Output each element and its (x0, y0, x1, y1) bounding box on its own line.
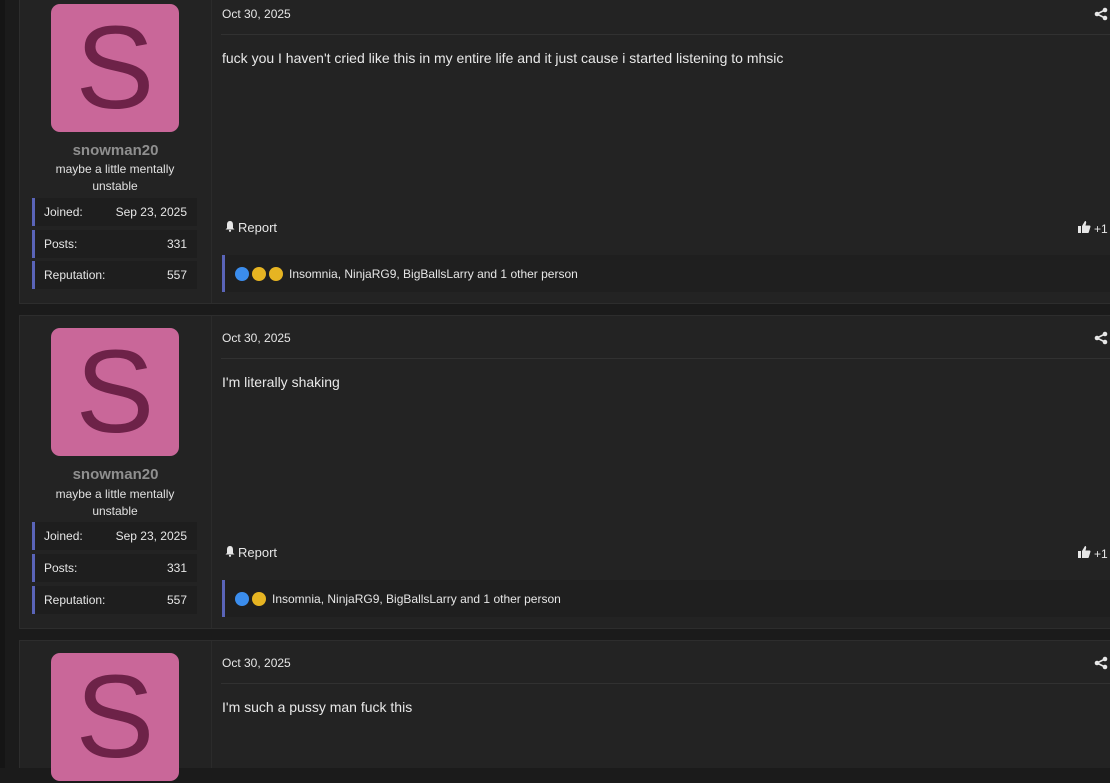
left-rail (0, 0, 5, 768)
avatar[interactable]: S (51, 328, 179, 456)
reactions-bar[interactable]: Insomnia, NinjaRG9, BigBallsLarry and 1 … (222, 580, 1110, 617)
user-title: maybe a little mentally unstable (55, 162, 175, 193)
stat-value: 331 (166, 237, 187, 251)
post-content: I'm literally shaking (222, 374, 340, 390)
stat-label: Joined: (44, 529, 83, 543)
post: S snowman20 maybe a little mentally unst… (19, 0, 1110, 304)
like-button[interactable]: +1 (1077, 220, 1108, 237)
post: S Oct 30, 2025 I'm such a pussy man fuck… (19, 640, 1110, 781)
stat-label: Reputation: (44, 593, 106, 607)
report-link[interactable]: Report (224, 220, 277, 235)
username[interactable]: snowman20 (20, 466, 211, 483)
report-label: Report (238, 220, 278, 235)
post-user-info: S (20, 641, 212, 781)
post-content: I'm such a pussy man fuck this (222, 699, 413, 715)
user-stat-posts: Posts: 331 (32, 230, 197, 258)
user-stat-posts: Posts: 331 (32, 554, 197, 582)
bell-icon (224, 220, 236, 235)
stat-value: Sep 23, 2025 (115, 529, 187, 543)
post-divider (221, 358, 1110, 359)
post: S snowman20 maybe a little mentally unst… (19, 315, 1110, 629)
report-link[interactable]: Report (224, 545, 277, 560)
post-date[interactable]: Oct 30, 2025 (222, 656, 291, 670)
post-divider (221, 683, 1110, 684)
avatar[interactable]: S (51, 4, 179, 132)
share-icon[interactable] (1094, 331, 1108, 350)
share-icon[interactable] (1094, 656, 1108, 675)
thumbs-up-icon (1077, 220, 1091, 237)
post-user-info: S snowman20 maybe a little mentally unst… (20, 316, 212, 628)
post-user-info: S snowman20 maybe a little mentally unst… (20, 0, 212, 303)
reactor-list[interactable]: Insomnia, NinjaRG9, BigBallsLarry and 1 … (289, 267, 578, 281)
post-date[interactable]: Oct 30, 2025 (222, 331, 291, 345)
laugh-cry-icon (269, 266, 283, 281)
post-main: Oct 30, 2025 fuck you I haven't cried li… (221, 0, 1110, 303)
share-icon[interactable] (1094, 7, 1108, 26)
avatar-letter: S (75, 326, 155, 458)
stat-value: 557 (166, 268, 187, 282)
like-icon (235, 591, 249, 606)
post-divider (221, 34, 1110, 35)
reactions-bar[interactable]: Insomnia, NinjaRG9, BigBallsLarry and 1 … (222, 255, 1110, 292)
bell-icon (224, 545, 236, 560)
username[interactable]: snowman20 (20, 142, 211, 159)
post-content: fuck you I haven't cried like this in my… (222, 50, 784, 66)
stat-label: Reputation: (44, 268, 106, 282)
avatar[interactable]: S (51, 653, 179, 781)
reactor-list[interactable]: Insomnia, NinjaRG9, BigBallsLarry and 1 … (272, 592, 561, 606)
reaction-score: +1 (1094, 221, 1108, 236)
stat-label: Joined: (44, 205, 83, 219)
stat-value: 557 (166, 593, 187, 607)
avatar-letter: S (75, 651, 155, 783)
user-stat-joined: Joined: Sep 23, 2025 (32, 522, 197, 550)
post-main: Oct 30, 2025 I'm such a pussy man fuck t… (221, 641, 1110, 768)
post-date[interactable]: Oct 30, 2025 (222, 7, 291, 21)
stat-value: Sep 23, 2025 (115, 205, 187, 219)
laugh-cry-icon (252, 591, 266, 606)
like-icon (235, 266, 249, 281)
stat-label: Posts: (44, 561, 78, 575)
avatar-letter: S (75, 2, 155, 134)
user-stat-reputation: Reputation: 557 (32, 586, 197, 614)
reaction-score: +1 (1094, 546, 1108, 561)
stat-value: 331 (166, 561, 187, 575)
like-button[interactable]: +1 (1077, 545, 1108, 562)
user-stat-reputation: Reputation: 557 (32, 261, 197, 289)
sad-icon (252, 266, 266, 281)
post-main: Oct 30, 2025 I'm literally shaking Repor… (221, 316, 1110, 628)
stat-label: Posts: (44, 237, 78, 251)
report-label: Report (238, 545, 278, 560)
user-title: maybe a little mentally unstable (55, 487, 175, 518)
user-stat-joined: Joined: Sep 23, 2025 (32, 198, 197, 226)
thumbs-up-icon (1077, 545, 1091, 562)
